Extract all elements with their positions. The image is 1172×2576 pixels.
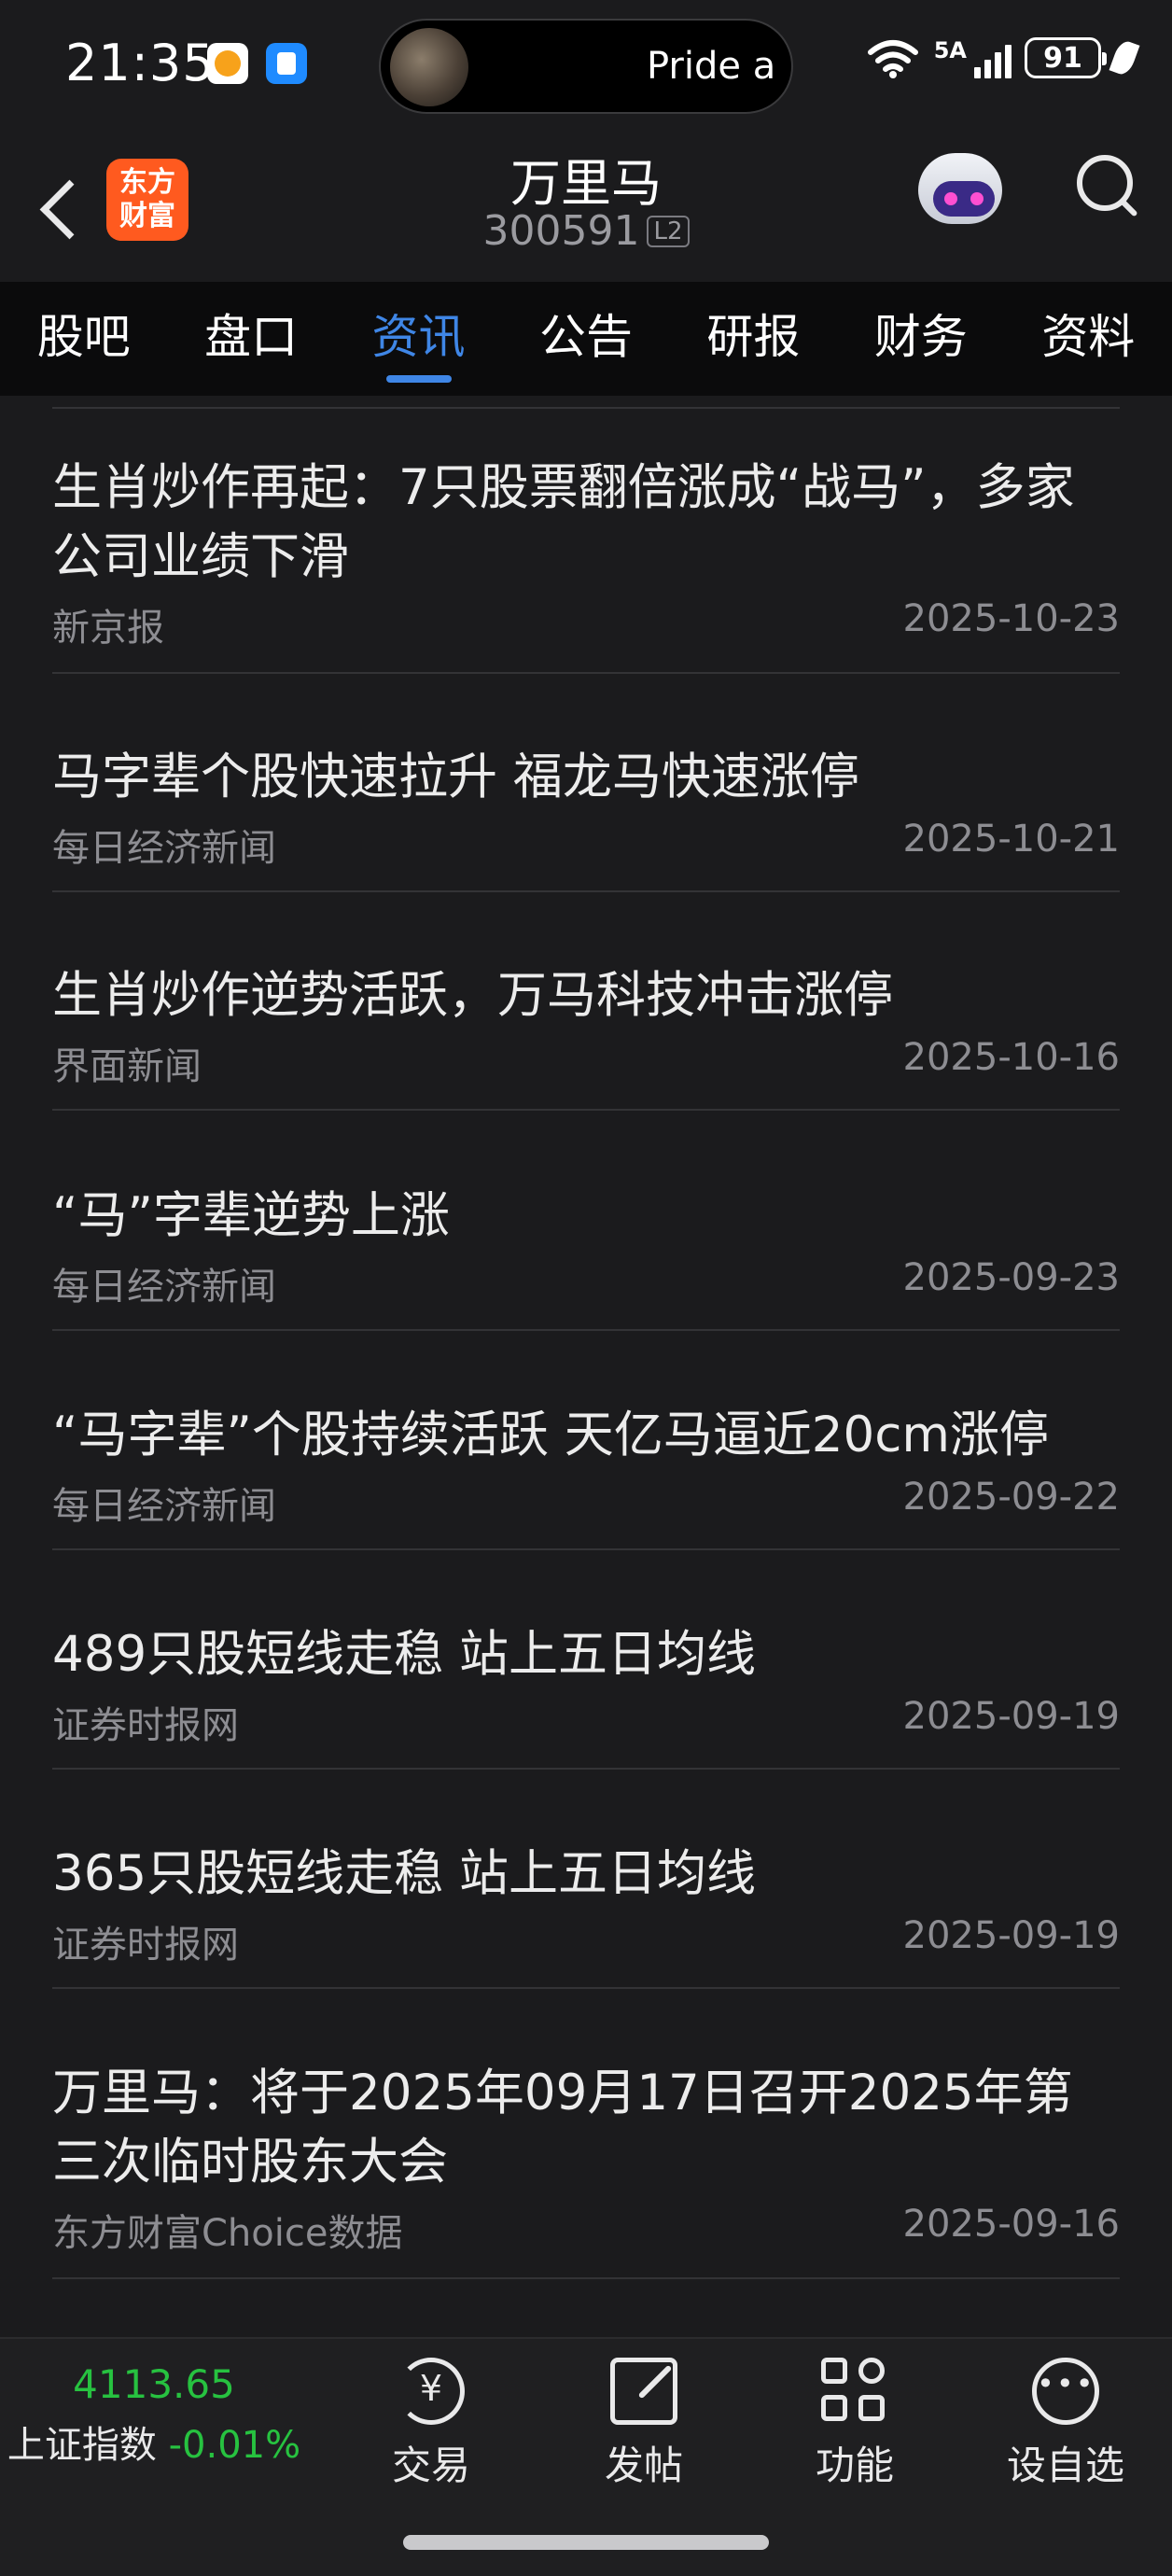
- trade-label: 交易: [391, 2443, 470, 2488]
- news-item[interactable]: 万里马：将于2025年09月17日召开2025年第三次临时股东大会 东方财富Ch…: [52, 2059, 1120, 2279]
- news-list: 生肖炒作再起：7只股票翻倍涨成“战马”，多家公司业绩下滑 新京报 2025-10-…: [0, 396, 1172, 2337]
- news-title: “马”字辈逆势上涨: [52, 1187, 450, 1244]
- index-name: 上证指数: [7, 2424, 157, 2467]
- post-label: 发帖: [604, 2443, 683, 2488]
- news-source: 证券时报网: [52, 1704, 239, 1747]
- album-cover-icon: [390, 28, 468, 106]
- tab-news[interactable]: 资讯: [335, 282, 502, 396]
- search-icon[interactable]: [1073, 151, 1140, 218]
- news-item[interactable]: 马字辈个股快速拉升 福龙马快速涨停 每日经济新闻 2025-10-21: [52, 743, 1120, 892]
- stock-header: 东方 财富 万里马 300591 L2: [0, 131, 1172, 282]
- news-date: 2025-09-16: [902, 2203, 1120, 2246]
- news-date: 2025-09-23: [902, 1256, 1120, 1299]
- index-value: 4113.65: [73, 2361, 235, 2407]
- media-island[interactable]: Pride a: [379, 19, 793, 114]
- news-date: 2025-09-22: [902, 1476, 1120, 1519]
- level2-badge: L2: [647, 216, 690, 247]
- network-type: 5A: [933, 37, 967, 63]
- market-index-widget[interactable]: 4113.65 上证指数 -0.01%: [0, 2361, 308, 2469]
- news-item[interactable]: 365只股短线走稳 站上五日均线 证券时报网 2025-09-19: [52, 1840, 1120, 1989]
- status-time: 21:35: [65, 34, 216, 92]
- news-source: 每日经济新闻: [52, 1485, 276, 1528]
- post-button[interactable]: 发帖: [551, 2358, 737, 2491]
- news-source: 每日经济新闻: [52, 1266, 276, 1309]
- media-title: Pride a: [647, 45, 776, 88]
- news-title: “马字辈”个股持续活跃 天亿马逼近20cm涨停: [52, 1407, 1049, 1463]
- news-title: 万里马：将于2025年09月17日召开2025年第三次临时股东大会: [52, 2065, 1073, 2191]
- news-item[interactable]: 489只股短线走稳 站上五日均线 证券时报网 2025-09-19: [52, 1620, 1120, 1770]
- notification-app-icon: [207, 43, 248, 84]
- news-source: 东方财富Choice数据: [52, 2212, 403, 2255]
- ai-assistant-robot-icon[interactable]: [914, 140, 1006, 231]
- news-date: 2025-10-23: [902, 597, 1120, 640]
- news-date: 2025-09-19: [902, 1695, 1120, 1738]
- tab-pankou[interactable]: 盘口: [167, 282, 334, 396]
- home-indicator[interactable]: [403, 2535, 769, 2550]
- wifi-icon: [867, 40, 918, 78]
- news-item[interactable]: 生肖炒作再起：7只股票翻倍涨成“战马”，多家公司业绩下滑 新京报 2025-10-…: [52, 454, 1120, 674]
- signal-icon: [974, 37, 1012, 78]
- index-change: -0.01%: [168, 2424, 301, 2467]
- divider: [52, 407, 1120, 409]
- function-label: 功能: [815, 2443, 894, 2488]
- news-source: 新京报: [52, 607, 164, 650]
- status-bar: 21:35 Pride a 5A 91: [0, 0, 1172, 131]
- battery-icon: 91: [1025, 37, 1107, 78]
- status-indicators: 5A 91: [865, 37, 1140, 78]
- yen-symbol: ¥: [419, 2368, 443, 2409]
- power-saving-icon: [1109, 38, 1140, 77]
- news-date: 2025-10-16: [902, 1036, 1120, 1079]
- battery-level: 91: [1043, 41, 1082, 75]
- trade-yen-icon: ¥: [398, 2358, 465, 2425]
- news-item[interactable]: “马字辈”个股持续活跃 天亿马逼近20cm涨停 每日经济新闻 2025-09-22: [52, 1401, 1120, 1550]
- news-source: 界面新闻: [52, 1045, 202, 1088]
- stock-code: 300591: [482, 207, 640, 255]
- notification-app-icon: [266, 43, 307, 84]
- more-dots-icon: [1032, 2358, 1099, 2425]
- tab-announcements[interactable]: 公告: [502, 282, 669, 396]
- news-date: 2025-09-19: [902, 1914, 1120, 1957]
- news-title: 马字辈个股快速拉升 福龙马快速涨停: [52, 749, 859, 805]
- function-button[interactable]: 功能: [761, 2358, 948, 2491]
- news-item[interactable]: “马”字辈逆势上涨 每日经济新闻 2025-09-23: [52, 1182, 1120, 1331]
- grid-apps-icon: [821, 2358, 888, 2425]
- edit-pencil-icon: [610, 2358, 677, 2425]
- news-title: 365只股短线走稳 站上五日均线: [52, 1845, 757, 1902]
- tab-research[interactable]: 研报: [670, 282, 837, 396]
- tab-guba[interactable]: 股吧: [0, 282, 167, 396]
- tab-finance[interactable]: 财务: [837, 282, 1004, 396]
- news-item[interactable]: 生肖炒作逆势活跃，万马科技冲击涨停 界面新闻 2025-10-16: [52, 961, 1120, 1111]
- news-source: 证券时报网: [52, 1924, 239, 1967]
- watchlist-label: 设自选: [1006, 2443, 1124, 2488]
- news-title: 生肖炒作逆势活跃，万马科技冲击涨停: [52, 967, 893, 1024]
- news-title: 生肖炒作再起：7只股票翻倍涨成“战马”，多家公司业绩下滑: [52, 459, 1075, 585]
- news-date: 2025-10-21: [902, 818, 1120, 861]
- news-title: 489只股短线走稳 站上五日均线: [52, 1626, 757, 1683]
- trade-button[interactable]: ¥ 交易: [338, 2358, 524, 2491]
- stock-tabs: 股吧 盘口 资讯 公告 研报 财务 资料: [0, 282, 1172, 396]
- add-watchlist-button[interactable]: 设自选: [972, 2358, 1159, 2491]
- news-source: 每日经济新闻: [52, 827, 276, 870]
- tab-profile[interactable]: 资料: [1005, 282, 1172, 396]
